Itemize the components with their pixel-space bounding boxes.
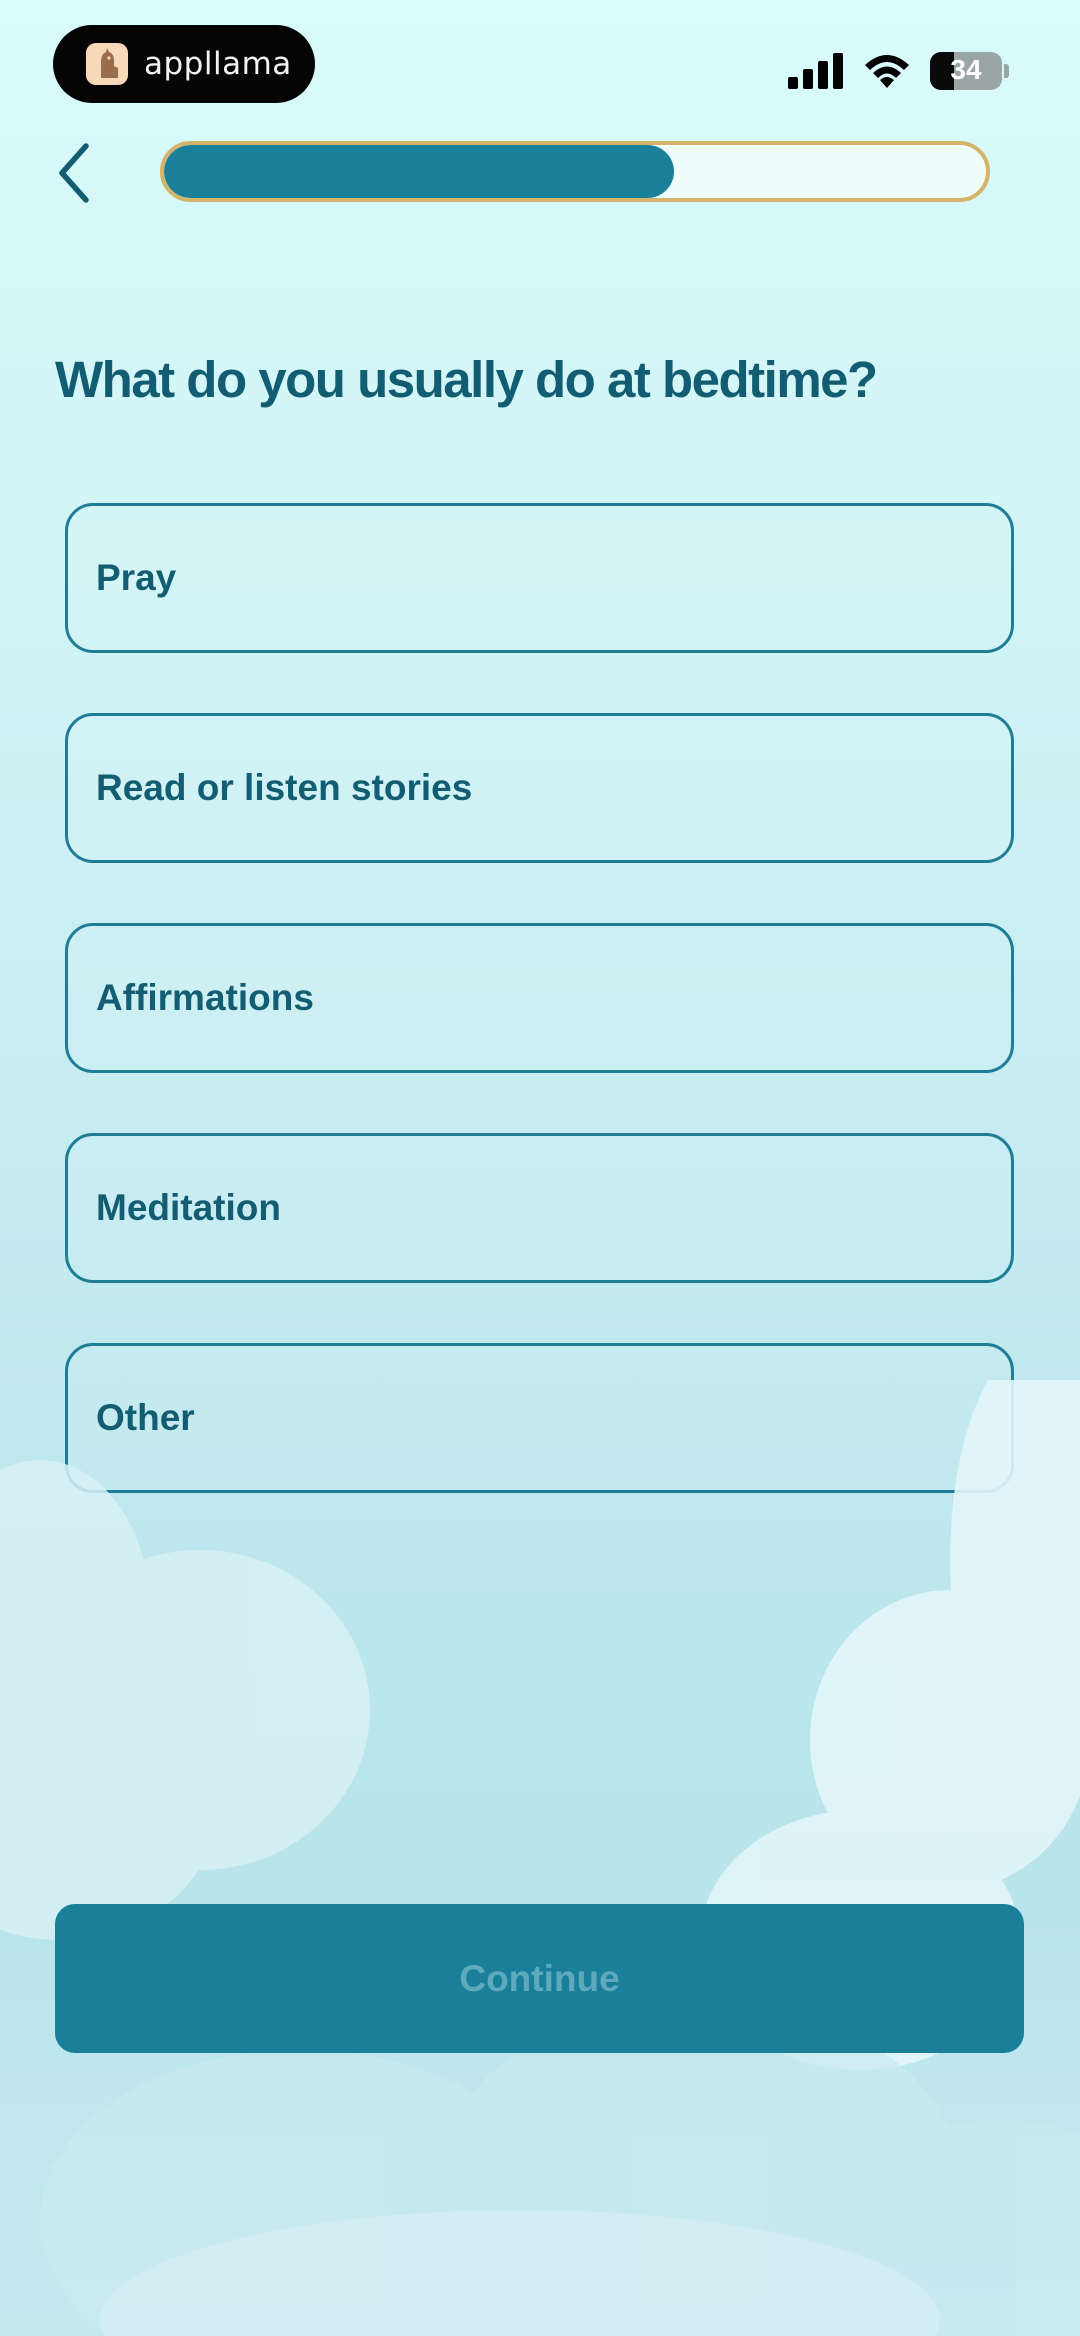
option-pray[interactable]: Pray [65, 503, 1014, 653]
app-indicator-pill[interactable]: appllama [53, 25, 315, 103]
option-label: Meditation [96, 1187, 281, 1228]
app-pill-label: appllama [144, 46, 292, 82]
cellular-signal-icon [788, 53, 843, 89]
wifi-icon [865, 55, 909, 88]
battery-nub [1004, 64, 1009, 78]
chevron-left-icon [59, 143, 89, 203]
option-meditation[interactable]: Meditation [65, 1133, 1014, 1283]
option-label: Read or listen stories [96, 767, 473, 808]
option-label: Pray [96, 557, 177, 598]
battery-level: 34 [950, 54, 982, 85]
option-label: Affirmations [96, 977, 314, 1018]
option-affirmations[interactable]: Affirmations [65, 923, 1014, 1073]
progress-bar [160, 141, 990, 202]
continue-button[interactable]: Continue [55, 1904, 1024, 2053]
progress-bar-fill [164, 145, 674, 198]
battery-icon: 34 [930, 52, 1002, 90]
llama-logo-icon [86, 43, 128, 85]
back-button[interactable] [46, 138, 102, 208]
continue-label: Continue [459, 1957, 620, 1999]
question-title: What do you usually do at bedtime? [55, 351, 878, 408]
option-read-or-listen-stories[interactable]: Read or listen stories [65, 713, 1014, 863]
cloud-background [0, 1380, 1080, 2336]
